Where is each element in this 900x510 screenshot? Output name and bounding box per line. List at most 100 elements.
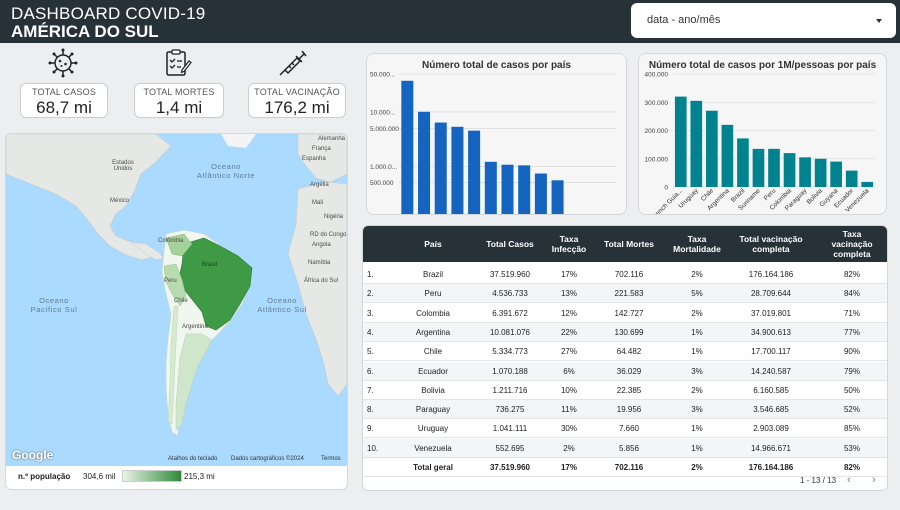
kpi-total-casos: TOTAL CASOS 68,7 mi — [20, 83, 108, 118]
chevron-down-icon — [876, 19, 882, 23]
legend-gradient — [122, 470, 182, 482]
table-cell: 6. — [367, 366, 374, 376]
y-tick-label: 50.000... — [370, 72, 395, 79]
kpi-value: 68,7 mi — [36, 98, 92, 117]
table-row[interactable]: 3. Colombia 6.391.672 12% 142.727 2% 37.019.80… — [363, 304, 887, 323]
col-vacinacao-completa[interactable]: Total vacinação completa — [729, 226, 813, 262]
col-taxa-vacinacao[interactable]: Taxa vacinação completa — [823, 226, 881, 262]
table-row[interactable]: 1. Brazil 37.519.960 17% 702.116 2% 176.164.18… — [363, 265, 887, 284]
table-row[interactable]: 4. Argentina 10.081.076 22% 130.699 1% 34.900.… — [363, 322, 887, 342]
table-cell: 85% — [843, 424, 860, 434]
table-cell: 8. — [367, 405, 374, 415]
table-cell: Argentina — [415, 327, 451, 337]
table-cell: 30% — [560, 424, 577, 434]
clipboard-icon — [166, 49, 192, 76]
y-tick-label: 500.000 — [370, 180, 394, 187]
table-cell: 1% — [691, 424, 703, 434]
table-cell: 2% — [691, 385, 703, 395]
table-cell: 7.660 — [618, 424, 640, 434]
y-tick-label: 1.000.0... — [370, 164, 397, 171]
table-cell: Chile — [423, 347, 443, 357]
place-label: Argentina — [182, 324, 208, 330]
prev-page-button[interactable]: ‹ — [847, 474, 851, 486]
table-cell: 84% — [843, 289, 860, 299]
table-row[interactable]: 5. Chile 5.334.773 27% 64.482 1% 17.700.117 90% — [363, 342, 887, 362]
table-cell: Ecuador — [418, 366, 448, 376]
table-row[interactable]: 7. Bolivia 1.211.716 10% 22.385 2% 6.160.585 50… — [363, 381, 887, 400]
table-row[interactable]: 2. Peru 4.536.733 13% 221.583 5% 28.709.644 84% — [363, 284, 887, 304]
table-cell — [367, 458, 391, 477]
keyboard-shortcuts-link[interactable]: Atalhos do teclado — [168, 456, 217, 462]
col-taxa-infeccao[interactable]: Taxa Infecção — [547, 226, 591, 262]
table-cell: 3% — [691, 366, 703, 376]
table-cell: 142.727 — [614, 308, 644, 318]
table-cell: 2% — [691, 308, 703, 318]
y-tick-label: 5.000.000 — [370, 126, 399, 133]
table-cell: 2% — [691, 463, 703, 472]
bar-chart-cases[interactable]: 50.000... 10.000... 5.000.000 1.000.0... 500… — [367, 54, 627, 215]
bar — [418, 111, 431, 214]
table-row[interactable]: 6. Ecuador 1.070.188 6% 36.029 3% 14.240.587 79… — [363, 361, 887, 381]
table-cell: 5. — [367, 347, 374, 357]
chart-cases-per-million: Número total de casos por 1M/pessoas por… — [638, 53, 887, 215]
col-taxa-mortalidade[interactable]: Taxa Mortalidade — [667, 226, 727, 262]
terms-link[interactable]: Termos — [321, 456, 341, 462]
table-cell: 3.546.685 — [753, 405, 789, 415]
bar-chart-per-million[interactable]: 400.000300.000200.000100.0000French Guia… — [639, 54, 887, 215]
table-cell: 6.160.585 — [753, 385, 789, 395]
date-filter-dropdown[interactable]: data - ano/mês — [631, 3, 896, 38]
col-total-mortes[interactable]: Total Mortes — [599, 226, 659, 262]
table-cell: 10.081.076 — [489, 327, 531, 337]
place-label: África do Sul — [304, 278, 339, 284]
col-pais[interactable]: País — [393, 226, 473, 262]
table-cell: 90% — [843, 347, 860, 357]
y-tick-label: 10.000... — [370, 109, 395, 116]
table-cell: 3. — [367, 308, 374, 318]
table-cell: 1. — [367, 270, 374, 279]
place-label: Brasil — [202, 262, 218, 268]
table-cell: 52% — [843, 405, 860, 415]
table-cell: 37.519.960 — [489, 270, 531, 279]
legend-min: 304,6 mil — [83, 472, 116, 481]
table-cell: 1% — [691, 443, 703, 453]
dashboard-subtitle: AMÉRICA DO SUL — [11, 22, 159, 41]
dashboard-title: DASHBOARD COVID-19 — [11, 4, 206, 23]
table-cell: 28.709.644 — [750, 289, 792, 299]
bar — [518, 165, 531, 214]
bar — [845, 170, 858, 187]
chart-cases-by-country: Número total de casos por país 50.000...… — [366, 53, 627, 215]
bar — [434, 122, 447, 214]
table-cell: 71% — [843, 308, 860, 318]
table-cell: 9. — [367, 424, 374, 434]
place-label: Angola — [312, 242, 331, 248]
table-cell: 1.211.716 — [492, 385, 528, 395]
table-row[interactable]: 9. Uruguay 1.041.111 30% 7.660 1% 2.903.089 85% — [363, 419, 887, 439]
table-row[interactable]: 8. Paraguay 736.275 11% 19.956 3% 3.546.685 52% — [363, 400, 887, 420]
table-cell: 37.019.801 — [750, 308, 792, 318]
table-header: País Total Casos Taxa Infecção Total Mor… — [363, 226, 887, 262]
table-cell: 14.966.671 — [750, 443, 792, 453]
bar — [861, 181, 874, 187]
next-page-button[interactable]: › — [872, 474, 876, 486]
y-tick-label: 200.000 — [645, 128, 669, 135]
population-map[interactable]: Oceano Atlântico Norte Oceano Pacífico S… — [6, 134, 347, 466]
table-cell: 4. — [367, 327, 374, 337]
table-cell: 22.385 — [616, 385, 642, 395]
table-cell: 79% — [843, 366, 860, 376]
bar — [690, 100, 703, 187]
kpi-label: TOTAL CASOS — [31, 87, 97, 97]
table-cell: 37.519.960 — [489, 463, 531, 472]
table-cell: 27% — [560, 347, 577, 357]
place-label: Estados Unidos — [112, 160, 134, 172]
table-row[interactable]: 10. Venezuela 552.695 2% 5.856 1% 14.966.671 53… — [363, 438, 887, 458]
table-cell: Venezuela — [414, 443, 452, 453]
table-cell: 34.900.613 — [750, 327, 792, 337]
table-cell: 2.903.089 — [753, 424, 789, 434]
col-total-casos[interactable]: Total Casos — [475, 226, 545, 262]
table-cell: 130.699 — [614, 327, 644, 337]
kpi-label: TOTAL VACINAÇÃO — [254, 87, 340, 97]
table-cell: 176.164.186 — [748, 270, 794, 279]
map-data-credit: Dados cartográficos ©2024 — [231, 456, 304, 462]
table-cell: 5.856 — [618, 443, 640, 453]
place-label: Argélia — [310, 182, 329, 188]
